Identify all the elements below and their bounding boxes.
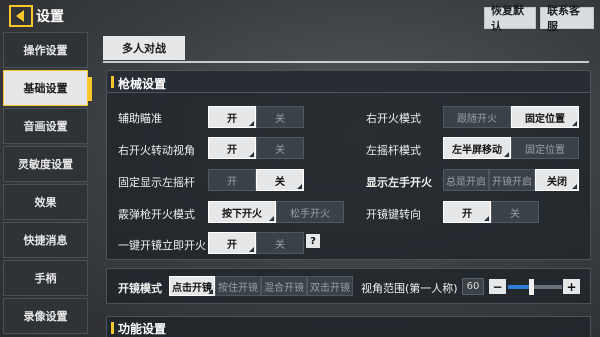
fov-increase-button[interactable]: +	[563, 279, 580, 294]
left-stick-fixed-option[interactable]: 固定位置	[511, 137, 579, 159]
sidebar-item-audio-video[interactable]: 音画设置	[3, 108, 88, 144]
section-accent-bar	[111, 322, 114, 334]
sidebar-item-recording[interactable]: 录像设置	[3, 298, 88, 334]
sidebar-item-sensitivity[interactable]: 灵敏度设置	[3, 146, 88, 182]
sidebar-item-effects[interactable]: 效果	[3, 184, 88, 220]
back-button[interactable]	[6, 4, 36, 28]
tab-multiplayer[interactable]: 多人对战	[103, 36, 185, 60]
right-fire-fixed-option[interactable]: 固定位置	[511, 106, 579, 128]
right-fire-turn-on[interactable]: 开	[208, 137, 256, 159]
scope-key-turn-on[interactable]: 开	[443, 201, 491, 223]
sidebar-item-quick-messages[interactable]: 快捷消息	[3, 222, 88, 258]
shotgun-press-fire-option[interactable]: 按下开火	[208, 201, 276, 223]
sidebar: 操作设置 基础设置 音画设置 灵敏度设置 效果 快捷消息 手柄 录像设置	[0, 32, 92, 337]
one-key-scope-fire-on[interactable]: 开	[208, 232, 256, 254]
one-key-scope-fire-off[interactable]: 关	[256, 232, 304, 254]
scope-mode-label: 开镜模式	[118, 282, 162, 295]
scope-key-turn-off[interactable]: 关	[491, 201, 539, 223]
left-fire-always-option[interactable]: 总是开启	[443, 169, 489, 191]
right-fire-mode-label: 右开火模式	[366, 112, 421, 125]
page-title: 设置	[36, 9, 64, 25]
show-left-fire-label: 显示左手开火	[366, 176, 432, 189]
scope-mode-mixed[interactable]: 混合开镜	[261, 276, 307, 296]
left-stick-mode-label: 左摇杆模式	[366, 144, 421, 157]
fixed-left-stick-on[interactable]: 开	[208, 169, 256, 191]
scope-mode-hold[interactable]: 按住开镜	[215, 276, 261, 296]
one-key-scope-fire-label: 一键开镜立即开火	[118, 239, 206, 252]
fov-value: 60	[462, 278, 484, 295]
scope-mode-tap[interactable]: 点击开镜	[169, 276, 215, 296]
scope-mode-double-tap[interactable]: 双击开镜	[307, 276, 353, 296]
back-arrow-icon	[9, 5, 33, 27]
fov-label: 视角范围(第一人称)	[361, 282, 458, 295]
aim-assist-on[interactable]: 开	[208, 106, 256, 128]
left-stick-half-screen-option[interactable]: 左半屏移动	[443, 137, 511, 159]
fov-slider-fill	[508, 285, 531, 289]
gun-settings-header: 枪械设置	[107, 71, 590, 93]
shotgun-release-fire-option[interactable]: 松手开火	[276, 201, 344, 223]
tab-underline	[103, 61, 589, 63]
function-settings-panel: 功能设置	[106, 316, 591, 337]
left-fire-off-option[interactable]: 关闭	[535, 169, 579, 191]
gun-settings-title: 枪械设置	[118, 77, 167, 91]
function-settings-title: 功能设置	[118, 322, 167, 336]
sidebar-item-basic[interactable]: 基础设置	[3, 70, 92, 106]
fov-slider-thumb[interactable]	[529, 279, 534, 295]
right-fire-turn-label: 右开火转动视角	[118, 144, 195, 157]
sidebar-item-gamepad[interactable]: 手柄	[3, 260, 88, 296]
shotgun-fire-mode-label: 霰弹枪开火模式	[118, 208, 195, 221]
aim-assist-off[interactable]: 关	[256, 106, 304, 128]
gun-settings-panel: 枪械设置	[106, 70, 591, 260]
help-icon[interactable]: ?	[306, 234, 320, 248]
aim-assist-label: 辅助瞄准	[118, 112, 162, 125]
right-fire-follow-option[interactable]: 跟随开火	[443, 106, 511, 128]
fixed-left-stick-label: 固定显示左摇杆	[118, 176, 195, 189]
section-accent-bar	[111, 76, 114, 88]
fov-decrease-button[interactable]: −	[489, 279, 506, 294]
customer-service-button[interactable]: 联系客服	[540, 4, 594, 33]
left-fire-scope-option[interactable]: 开镜开启	[489, 169, 535, 191]
fixed-left-stick-off[interactable]: 关	[256, 169, 304, 191]
sidebar-item-operation[interactable]: 操作设置	[3, 32, 88, 68]
scope-key-turn-label: 开镜键转向	[366, 208, 421, 221]
restore-default-button[interactable]: 恢复默认	[484, 4, 536, 33]
top-bar: 设置 恢复默认 联系客服	[0, 0, 600, 33]
right-fire-turn-off[interactable]: 关	[256, 137, 304, 159]
